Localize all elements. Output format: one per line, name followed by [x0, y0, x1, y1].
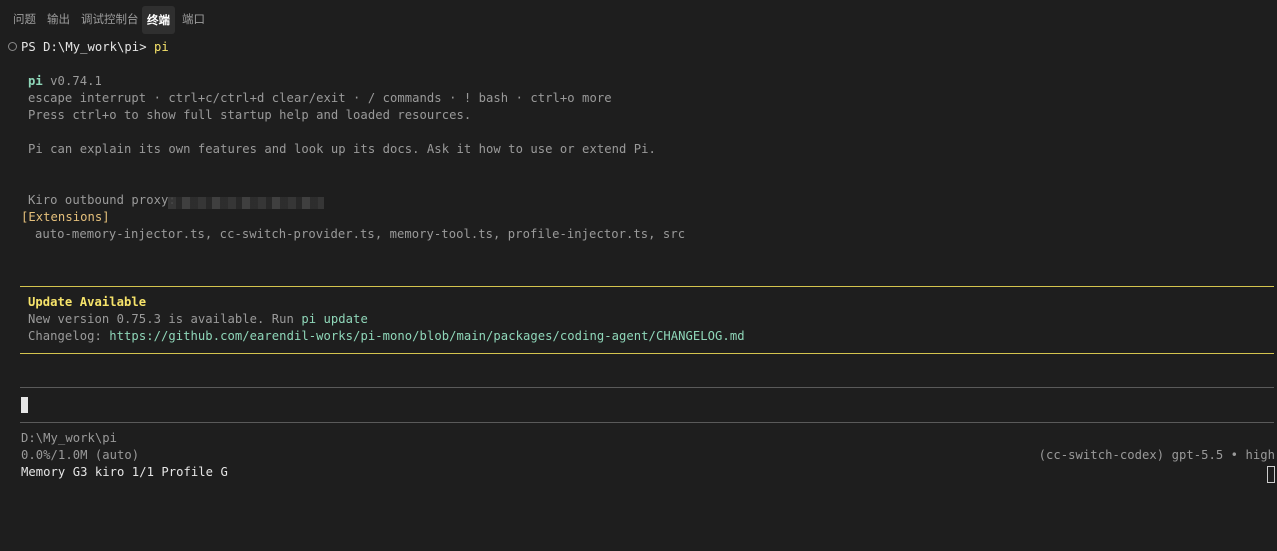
update-command: pi update — [301, 312, 368, 326]
input-top-divider — [20, 387, 1274, 388]
input-bottom-divider — [20, 422, 1274, 423]
extensions-list: auto-memory-injector.ts, cc-switch-provi… — [35, 227, 686, 241]
redacted-proxy-value — [168, 197, 324, 209]
app-version: v0.74.1 — [42, 74, 102, 88]
cwd-label: D:\My_work\pi — [21, 431, 118, 445]
explain-line: Pi can explain its own features and look… — [28, 142, 656, 156]
app-name: pi — [28, 74, 43, 88]
update-top-divider — [20, 286, 1274, 287]
tab-debug-console[interactable]: 调试控制台 — [81, 11, 139, 27]
changelog-label: Changelog: — [28, 329, 110, 343]
version-line: pi v0.74.1 — [28, 73, 102, 90]
update-title: Update Available — [28, 295, 147, 309]
shell-prompt-line: PS D:\My_work\pi> pi — [21, 39, 169, 56]
changelog-line: Changelog: https://github.com/earendil-w… — [28, 328, 745, 345]
panel-tab-bar: 问题 输出 调试控制台 终端 端口 — [0, 0, 1277, 40]
input-cursor[interactable] — [21, 397, 28, 413]
help-line: Press ctrl+o to show full startup help a… — [28, 108, 472, 122]
model-indicator: (cc-switch-codex) gpt-5.5 • high — [1038, 448, 1275, 462]
terminal-cursor — [1267, 466, 1275, 483]
tab-problems[interactable]: 问题 — [13, 11, 36, 27]
tab-output[interactable]: 输出 — [47, 11, 70, 27]
tab-ports[interactable]: 端口 — [182, 11, 205, 27]
shell-command: pi — [153, 40, 169, 54]
proxy-label: Kiro outbound proxy: — [28, 193, 176, 207]
command-decoration-icon[interactable] — [8, 42, 17, 51]
keybindings-line: escape interrupt · ctrl+c/ctrl+d clear/e… — [28, 91, 612, 105]
update-bottom-divider — [20, 353, 1274, 354]
shell-prompt: PS D:\My_work\pi> — [21, 40, 154, 54]
status-line: Memory G3 kiro 1/1 Profile G — [21, 465, 228, 479]
context-usage: 0.0%/1.0M (auto) — [21, 448, 140, 462]
changelog-link[interactable]: https://github.com/earendil-works/pi-mon… — [109, 329, 744, 343]
update-message: New version 0.75.3 is available. Run pi … — [28, 311, 368, 328]
update-message-text: New version 0.75.3 is available. Run — [28, 312, 302, 326]
extensions-header: [Extensions] — [21, 210, 110, 224]
tab-terminal[interactable]: 终端 — [142, 6, 175, 34]
